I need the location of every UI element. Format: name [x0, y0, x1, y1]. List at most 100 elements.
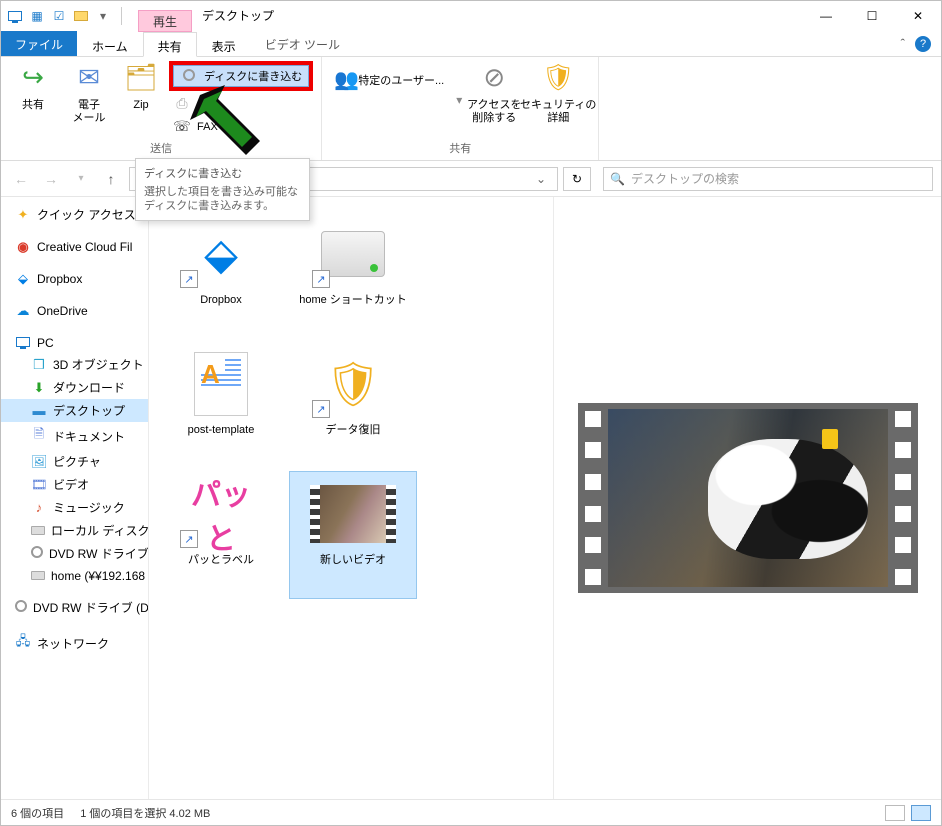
nav-dvd[interactable]: DVD RW ドライブ — [1, 542, 148, 565]
recent-dropdown[interactable]: ▾ — [69, 167, 93, 191]
video-large-icon — [310, 485, 396, 543]
contextual-tab-play[interactable]: 再生 — [138, 10, 192, 32]
file-tab[interactable]: ファイル — [1, 31, 77, 56]
remove-access-button[interactable]: ⊘ アクセスを 削除する — [470, 61, 518, 124]
nav-onedrive[interactable]: ☁OneDrive — [1, 300, 148, 322]
dropdown-icon[interactable]: ▾ — [456, 93, 462, 107]
shortcut-overlay-icon: ↗ — [180, 270, 198, 288]
users-icon: 👥 — [334, 67, 352, 92]
view-details-button[interactable] — [885, 805, 905, 821]
file-item-home-shortcut[interactable]: ↗ home ショートカット — [289, 211, 417, 339]
nav-documents[interactable]: 🗎ドキュメント — [1, 422, 148, 450]
burn-to-disc-button[interactable]: ディスクに書き込む — [173, 65, 309, 87]
up-button[interactable]: ↑ — [99, 167, 123, 191]
ribbon-collapse-icon[interactable]: ˆ — [901, 36, 905, 51]
dvd2-icon — [15, 600, 27, 615]
file-item-dropbox[interactable]: ⬙ ↗ Dropbox — [157, 211, 285, 339]
fax-button[interactable]: ☏ FAX — [169, 116, 313, 137]
zip-label: Zip — [133, 99, 148, 112]
items-pane[interactable]: ⬙ ↗ Dropbox ↗ home ショートカット A post-templa… — [149, 197, 554, 799]
share-button[interactable]: ↪ 共有 — [9, 61, 57, 112]
help-icon[interactable]: ? — [915, 36, 931, 52]
remove-access-icon: ⊘ — [483, 61, 505, 95]
print-icon: ⎙ — [173, 95, 191, 112]
file-name: home ショートカット — [292, 294, 414, 307]
security-icon: 🛡 — [542, 61, 575, 95]
tab-video-tools[interactable]: ビデオ ツール — [251, 31, 354, 56]
zip-button[interactable]: 🗂 Zip — [121, 61, 161, 112]
view-large-icons-button[interactable] — [911, 805, 931, 821]
nav-downloads[interactable]: ⬇ダウンロード — [1, 376, 148, 399]
download-icon: ⬇ — [31, 380, 47, 396]
ribbon-body: ↪ 共有 ✉ 電子 メール 🗂 Zip ディスクに書き込む — [1, 57, 941, 161]
nav-desktop[interactable]: ▬デスクトップ — [1, 399, 148, 422]
back-button[interactable]: ← — [9, 167, 33, 191]
tab-view[interactable]: 表示 — [197, 32, 251, 57]
address-dropdown-icon[interactable]: ⌄ — [531, 172, 551, 186]
nav-quick-access[interactable]: ✦クイック アクセス — [1, 203, 148, 226]
maximize-button[interactable]: ☐ — [849, 1, 895, 31]
qa-folder-icon[interactable] — [73, 8, 89, 24]
forward-button[interactable]: → — [39, 167, 63, 191]
network-icon: 🖧 — [15, 632, 31, 654]
nav-pictures[interactable]: 🖼ピクチャ — [1, 450, 148, 473]
qa-properties-icon[interactable]: ▦ — [29, 8, 45, 24]
nav-3d-objects[interactable]: ❒3D オブジェクト — [1, 353, 148, 376]
file-item-data-recovery[interactable]: 🛡 ↗ データ復旧 — [289, 341, 417, 469]
cc-icon: ◉ — [15, 239, 31, 255]
search-box[interactable]: 🔍 デスクトップの検索 — [603, 167, 933, 191]
explorer-window: ▦ ☑ ▾ 再生 デスクトップ — ☐ ✕ ファイル ホーム 共有 表示 ビデオ… — [0, 0, 942, 826]
tooltip-body: 選択した項目を書き込み可能なディスクに書き込みます。 — [144, 185, 301, 214]
dropbox-icon: ⬙ — [15, 271, 31, 287]
nav-videos[interactable]: 🎞ビデオ — [1, 473, 148, 496]
refresh-button[interactable]: ↻ — [563, 167, 591, 191]
nav-pane[interactable]: ✦クイック アクセス ◉Creative Cloud Fil ⬙Dropbox … — [1, 197, 149, 799]
nav-network[interactable]: 🖧ネットワーク — [1, 629, 148, 657]
music-icon: ♪ — [31, 500, 47, 515]
group-label-share: 共有 — [330, 138, 590, 158]
documents-icon: 🗎 — [31, 425, 47, 447]
nav-home-share[interactable]: home (¥¥192.168 — [1, 565, 148, 586]
share-label: 共有 — [22, 99, 44, 112]
videos-icon: 🎞 — [31, 477, 47, 493]
file-name: post-template — [160, 424, 282, 437]
qa-overflow-icon[interactable]: ▾ — [95, 8, 111, 24]
titlebar: ▦ ☑ ▾ 再生 デスクトップ — ☐ ✕ — [1, 1, 941, 31]
tooltip-title: ディスクに書き込む — [144, 165, 301, 181]
file-item-new-video[interactable]: 新しいビデオ — [289, 471, 417, 599]
shortcut-overlay-icon: ↗ — [312, 400, 330, 418]
tab-share[interactable]: 共有 — [143, 32, 197, 57]
file-item-patto-label[interactable]: パッと ↗ パッとラベル — [157, 471, 285, 599]
ribbon-tabs: ファイル ホーム 共有 表示 ビデオ ツール ˆ ? — [1, 31, 941, 57]
specific-user-button[interactable]: 👥 特定のユーザー... — [330, 65, 448, 94]
window-title: デスクトップ — [192, 1, 803, 31]
nav-music[interactable]: ♪ミュージック — [1, 496, 148, 519]
burn-highlight-box: ディスクに書き込む — [169, 61, 313, 91]
nav-dropbox[interactable]: ⬙Dropbox — [1, 268, 148, 290]
close-button[interactable]: ✕ — [895, 1, 941, 31]
specific-user-label: 特定のユーザー... — [358, 72, 444, 88]
netdrive-icon — [31, 568, 45, 583]
nav-pc[interactable]: PC — [1, 332, 148, 353]
dropbox-large-icon: ⬙ — [204, 229, 238, 280]
group-label-send: 送信 — [9, 138, 313, 158]
nav-local-disk[interactable]: ローカル ディスク (C — [1, 519, 148, 542]
nav-dvd2[interactable]: DVD RW ドライブ (D — [1, 596, 148, 619]
tab-home[interactable]: ホーム — [77, 32, 143, 57]
content-area: ⬙ ↗ Dropbox ↗ home ショートカット A post-templa… — [149, 197, 941, 799]
status-bar: 6 個の項目 1 個の項目を選択 4.02 MB — [1, 799, 941, 825]
print-button[interactable]: ⎙ 印刷 — [169, 93, 313, 114]
app-icon — [7, 8, 23, 24]
burn-label: ディスクに書き込む — [204, 68, 302, 84]
shortcut-overlay-icon: ↗ — [180, 530, 198, 548]
ribbon-group-share: 👥 特定のユーザー... ▾ ⊘ アクセスを 削除する 🛡 セキュリティの 詳細… — [322, 57, 599, 160]
qa-check-icon[interactable]: ☑ — [51, 8, 67, 24]
file-item-post-template[interactable]: A post-template — [157, 341, 285, 469]
desktop-icon: ▬ — [31, 403, 47, 418]
nav-creative-cloud[interactable]: ◉Creative Cloud Fil — [1, 236, 148, 258]
search-icon: 🔍 — [610, 172, 625, 186]
main-area: ✦クイック アクセス ◉Creative Cloud Fil ⬙Dropbox … — [1, 197, 941, 799]
security-detail-button[interactable]: 🛡 セキュリティの 詳細 — [526, 61, 590, 124]
minimize-button[interactable]: — — [803, 1, 849, 31]
mail-button[interactable]: ✉ 電子 メール — [65, 61, 113, 124]
